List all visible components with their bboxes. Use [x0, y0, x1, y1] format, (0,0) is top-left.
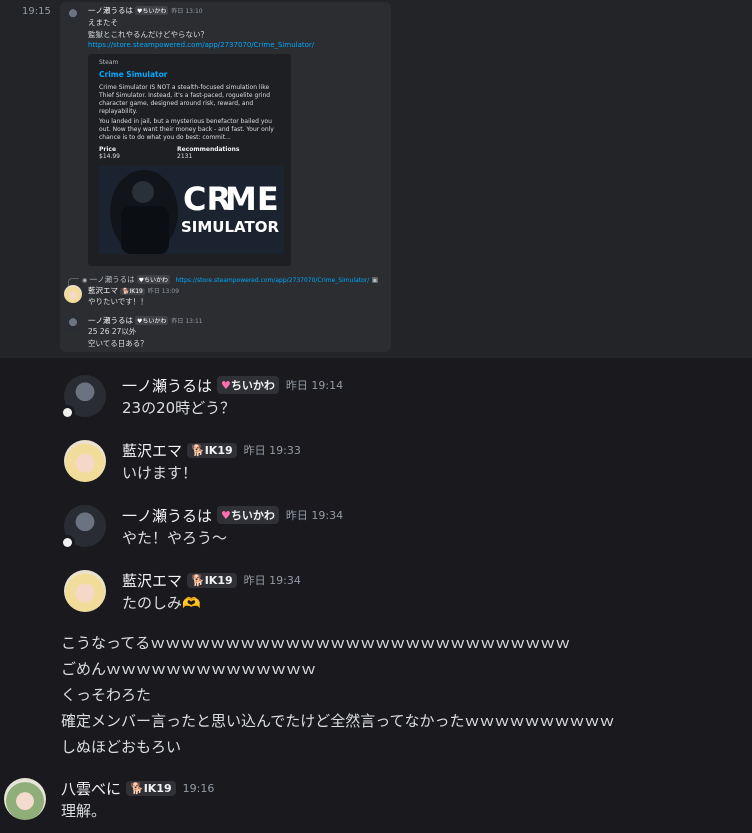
role-tag: 🐕IK19 — [187, 443, 237, 458]
avatar[interactable] — [64, 285, 82, 303]
message-link[interactable]: https://store.steampowered.com/app/27370… — [88, 41, 314, 49]
message: 一ノ瀬うるは ♥ちいかわ 昨日 19:34 やた！やろう～ — [0, 503, 752, 553]
username[interactable]: 一ノ瀬うるは ♥ちいかわ 昨日 13:10 — [88, 5, 203, 16]
status-icon — [60, 405, 75, 420]
message: 藍沢エマ 🐕IK19 昨日 19:33 いけます！ — [0, 438, 752, 488]
avatar[interactable] — [64, 570, 106, 612]
heart-hands-emoji: 🫶 — [182, 594, 201, 612]
embed-image[interactable]: CR ME SIMULATOR — [99, 166, 284, 254]
username-text: 一ノ瀬うるは — [122, 507, 213, 525]
username[interactable]: 一ノ瀬うるは ♥ちいかわ 昨日 19:34 — [122, 505, 343, 526]
role-tag: ♥ちいかわ — [217, 376, 279, 394]
reply-reference[interactable]: ◉ 一ノ瀬うるは ♥ちいかわ https://store.steampowered… — [82, 274, 378, 285]
message-text: 理解。 — [61, 802, 107, 820]
message-text: しぬほどおもろい — [61, 738, 182, 756]
timestamp: 昨日 19:33 — [243, 444, 301, 457]
embed-field-price: Price $14.99 — [99, 146, 120, 160]
message-text: 空いてる日ある？ — [88, 339, 148, 348]
message-text: やた！やろう～ — [122, 529, 228, 547]
link-embed: Steam Crime Simulator Crime Simulator IS… — [88, 54, 291, 266]
username[interactable]: 藍沢エマ 🐕IK19 昨日 19:34 — [122, 570, 301, 591]
embed-description-2: You landed in jail, but a mysterious ben… — [99, 118, 274, 141]
avatar[interactable] — [64, 6, 82, 24]
artwork-title-1: CR — [183, 180, 231, 218]
role-tag: 🐕IK19 — [126, 781, 176, 796]
heart-icon: ♥ — [221, 379, 231, 392]
message-text: たのしみ🫶 — [122, 594, 201, 612]
message: 藍沢エマ 🐕IK19 昨日 19:34 たのしみ🫶 — [0, 568, 752, 618]
embed-provider: Steam — [99, 59, 119, 66]
message: 一ノ瀬うるは ♥ちいかわ 昨日 19:14 23の20時どう？ — [0, 373, 752, 423]
message-text: いけます！ — [122, 464, 198, 482]
role-tag: 🐕IK19 — [187, 573, 237, 588]
message-text: えまたそ — [88, 18, 118, 27]
status-icon — [60, 535, 75, 550]
forwarded-screenshot[interactable]: 一ノ瀬うるは ♥ちいかわ 昨日 13:10 えまたそ 監獄とこれやるんだけどやらない… — [60, 2, 391, 352]
message-text: くっそわろた — [61, 686, 152, 704]
avatar[interactable] — [64, 315, 82, 333]
username[interactable]: 八雲べに 🐕IK19 19:16 — [61, 778, 214, 799]
username-text: 一ノ瀬うるは — [122, 377, 213, 395]
artwork-title-2: ME — [225, 180, 279, 218]
message: 八雲べに 🐕IK19 19:16 理解。 — [0, 776, 752, 826]
username[interactable]: 一ノ瀬うるは ♥ちいかわ 昨日 13:11 — [88, 315, 203, 326]
message-text: 23の20時どう？ — [122, 399, 236, 417]
message-text: やりたいです！！ — [88, 297, 148, 306]
message-text: 25 26 27以外 — [88, 327, 137, 336]
role-tag: ♥ちいかわ — [135, 6, 169, 15]
crime-simulator-artwork: CR ME SIMULATOR — [99, 166, 284, 254]
message-text: 監獄とこれやるんだけどやらない？ — [88, 30, 208, 39]
artwork-subtitle: SIMULATOR — [181, 218, 279, 236]
heart-icon: ♥ — [221, 509, 231, 522]
role-tag: ♥ちいかわ — [217, 506, 279, 524]
avatar[interactable] — [4, 778, 46, 820]
username-text: 八雲べに — [61, 780, 122, 798]
username-text: 一ノ瀬うるは — [88, 6, 133, 15]
username-text: 藍沢エマ — [122, 572, 183, 590]
embed-description: Crime Simulator IS NOT a stealth-focused… — [99, 84, 271, 115]
avatar[interactable] — [64, 440, 106, 482]
username[interactable]: 藍沢エマ 🐕IK19 昨日 13:09 — [88, 285, 179, 296]
timestamp: 昨日 19:34 — [285, 509, 344, 522]
timestamp: 昨日 19:34 — [243, 574, 301, 587]
message-text: こうなってるｗｗｗｗｗｗｗｗｗｗｗｗｗｗｗｗｗｗｗｗｗｗｗｗｗｗｗｗ — [61, 634, 571, 652]
message-text: 確定メンバー言ったと思い込んでたけど全然言ってなかったｗｗｗｗｗｗｗｗｗｗ — [61, 712, 615, 730]
username-text: 藍沢エマ — [122, 442, 183, 460]
timestamp: 19:16 — [182, 782, 215, 795]
message-timestamp: 19:15 — [22, 6, 51, 17]
username[interactable]: 藍沢エマ 🐕IK19 昨日 19:33 — [122, 440, 301, 461]
dog-icon: 🐕 — [191, 444, 205, 457]
forwarded-message-area: 19:15 一ノ瀬うるは ♥ちいかわ 昨日 13:10 えまたそ 監獄とこれやるんだ… — [0, 0, 752, 358]
dog-icon: 🐕 — [191, 574, 205, 587]
embed-title[interactable]: Crime Simulator — [99, 70, 167, 79]
timestamp: 昨日 19:14 — [285, 379, 344, 392]
image-icon: ▣ — [371, 276, 379, 284]
message-text: ごめんｗｗｗｗｗｗｗｗｗｗｗｗｗｗ — [61, 660, 317, 678]
embed-field-recommendations: Recommendations 2131 — [177, 146, 240, 160]
timestamp: 昨日 13:10 — [171, 8, 203, 15]
dog-icon: 🐕 — [130, 782, 144, 795]
username[interactable]: 一ノ瀬うるは ♥ちいかわ 昨日 19:14 — [122, 375, 343, 396]
